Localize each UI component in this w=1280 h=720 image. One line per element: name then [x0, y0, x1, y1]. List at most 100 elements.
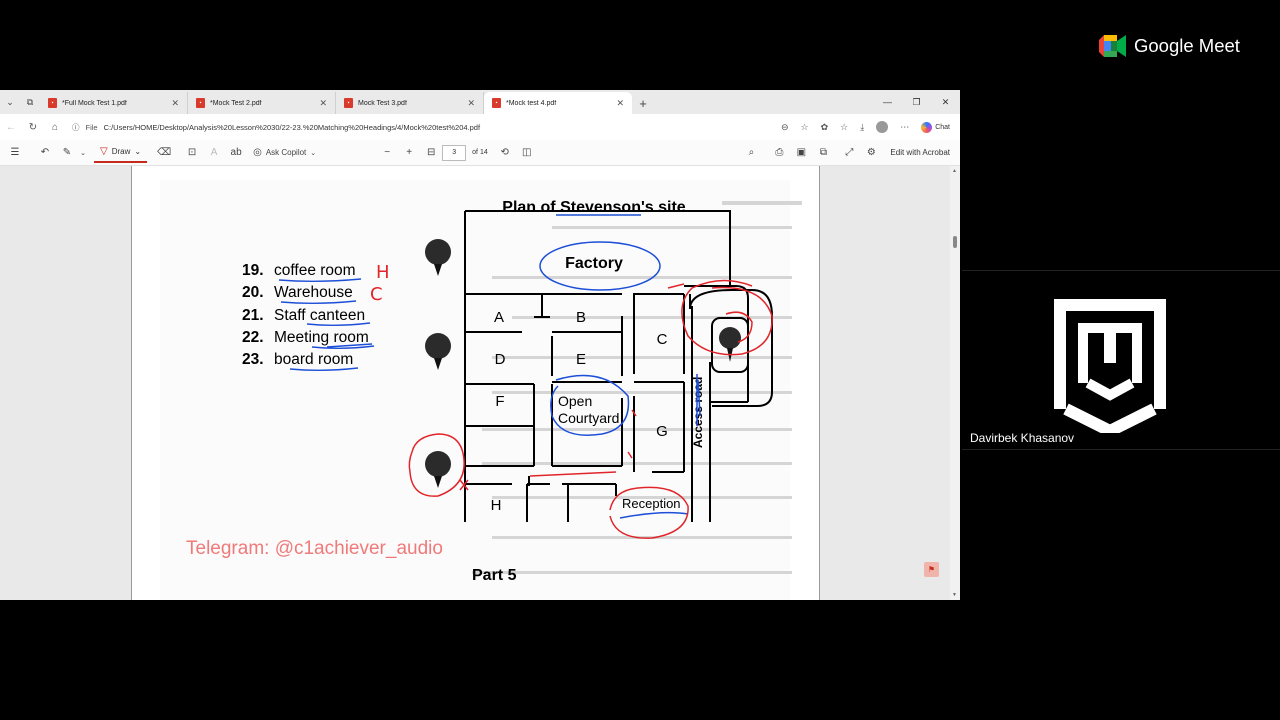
back-icon[interactable]: ← [0, 122, 22, 133]
question-text: Staff canteen [274, 307, 365, 324]
pen-icon: ▽ [100, 146, 108, 157]
question-number: 21. [242, 307, 264, 324]
profile-avatar-icon[interactable] [876, 121, 889, 133]
ask-copilot-button[interactable]: ◎ Ask Copilot ⌄ [253, 143, 316, 163]
read-aloud-icon[interactable]: ab [225, 143, 247, 163]
page-view-icon[interactable]: ◫ [516, 143, 538, 163]
new-tab-button[interactable]: + [632, 92, 654, 114]
participant-avatar-logo [1054, 299, 1166, 433]
eraser-icon[interactable]: ⌫ [153, 143, 175, 163]
highlight-chevron-icon[interactable]: ⌄ [78, 143, 88, 163]
handwritten-answer-19: H [376, 262, 390, 283]
address-scheme-label: File [85, 122, 98, 132]
draw-chevron-icon: ⌄ [134, 147, 142, 156]
draw-label: Draw [111, 147, 131, 156]
acrobat-icon[interactable]: ⚑ [924, 562, 939, 577]
rotate-icon[interactable]: ⟲ [494, 143, 516, 163]
address-url[interactable]: C:/Users/HOME/Desktop/Analysis%20Lesson%… [104, 123, 480, 132]
copilot-icon [921, 121, 933, 133]
room-label-h: H [491, 497, 502, 514]
question-number: 22. [242, 329, 264, 346]
scroll-up-icon[interactable]: ▲ [952, 168, 957, 174]
room-label-a: A [494, 309, 504, 326]
fullscreen-icon[interactable]: ⤢ [838, 143, 860, 163]
close-tab-icon[interactable]: ✕ [467, 98, 475, 109]
fit-page-icon[interactable]: ⊟ [420, 143, 442, 163]
tab-title: Mock Test 3.pdf [358, 99, 407, 107]
pdf-icon: ▪ [48, 98, 57, 108]
workspaces-icon[interactable]: ⧉ [20, 90, 40, 114]
plan-title: Plan of Stevenson's site [502, 199, 686, 216]
page-indicator: 3 of 14 [442, 144, 488, 161]
edit-with-acrobat-button[interactable]: Edit with Acrobat [890, 148, 950, 157]
tab-list-chevron-icon[interactable]: ⌄ [0, 90, 20, 114]
room-label-g: G [656, 423, 668, 440]
copilot-chat-button[interactable]: Chat [921, 121, 950, 133]
settings-gear-icon[interactable]: ⚙ [860, 143, 882, 163]
info-icon[interactable]: ⓘ [72, 122, 80, 133]
tab-title: *Full Mock Test 1.pdf [62, 99, 127, 107]
zoom-icon[interactable]: ⊖ [781, 122, 789, 133]
restore-icon[interactable]: ❐ [902, 90, 931, 114]
tab-full-mock-test-1[interactable]: ▪ *Full Mock Test 1.pdf ✕ [40, 92, 188, 114]
screen-share-stage: ⌄ ⧉ ▪ *Full Mock Test 1.pdf ✕ ▪ *Mock Te… [0, 0, 1280, 720]
participant-name: Davirbek Khasanov [970, 431, 1075, 445]
address-bar[interactable]: ⓘ File C:/Users/HOME/Desktop/Analysis%20… [72, 118, 781, 136]
page-number-input[interactable]: 3 [442, 144, 467, 161]
tab-strip: ⌄ ⧉ ▪ *Full Mock Test 1.pdf ✕ ▪ *Mock Te… [0, 90, 960, 114]
address-bar-row: ← ↻ ⌂ ⓘ File C:/Users/HOME/Desktop/Analy… [0, 114, 960, 140]
tab-mock-test-2[interactable]: ▪ *Mock Test 2.pdf ✕ [188, 92, 336, 114]
address-bar-actions: ⊖ ☆ ✿ ☆ ⤓ ⋯ Chat [781, 121, 960, 133]
page-content: Plan of Stevenson's site 19. coffee room… [160, 180, 802, 600]
close-window-icon[interactable]: ✕ [931, 90, 960, 114]
more-menu-icon[interactable]: ⋯ [900, 122, 909, 133]
tab-mock-test-3[interactable]: ▪ Mock Test 3.pdf ✕ [336, 92, 484, 114]
refresh-icon[interactable]: ↻ [22, 122, 44, 133]
tab-mock-test-4[interactable]: ▪ *Mock test 4.pdf ✕ [484, 92, 632, 114]
tab-title: *Mock test 4.pdf [506, 99, 557, 107]
question-text: Meeting room [274, 329, 369, 346]
minimize-icon[interactable]: — [873, 90, 902, 114]
question-text: coffee room [274, 262, 356, 279]
draw-button[interactable]: ▽ Draw ⌄ [94, 143, 148, 163]
zoom-out-icon[interactable]: − [376, 143, 398, 163]
close-tab-icon[interactable]: ✕ [171, 98, 179, 109]
print-icon[interactable]: ⎙ [768, 143, 790, 163]
contents-list-icon[interactable]: ☰ [4, 143, 26, 163]
participant-tile[interactable]: Davirbek Khasanov [962, 270, 1280, 450]
page-total: of 14 [472, 149, 488, 156]
close-tab-icon[interactable]: ✕ [319, 98, 327, 109]
close-tab-icon[interactable]: ✕ [616, 98, 624, 109]
highlight-icon[interactable]: ✎ [56, 143, 78, 163]
text-box-icon[interactable]: ⊡ [181, 143, 203, 163]
question-number: 23. [242, 351, 264, 368]
room-label-f: F [495, 393, 504, 410]
handwritten-answer-20: C [370, 284, 383, 305]
save-icon[interactable]: ▣ [790, 143, 812, 163]
favorite-star-icon[interactable]: ☆ [801, 122, 809, 133]
save-as-icon[interactable]: ⧉ [812, 143, 834, 163]
pdf-viewer: Plan of Stevenson's site 19. coffee room… [0, 166, 960, 600]
question-number: 19. [242, 262, 264, 279]
question-text: board room [274, 351, 353, 368]
room-label-e: E [576, 351, 586, 368]
undo-icon[interactable]: ↶ [34, 143, 56, 163]
pdf-toolbar: ☰ ↶ ✎ ⌄ ▽ Draw ⌄ ⌫ ⊡ A ab ◎ Ask Copilot … [0, 140, 960, 166]
question-list: 19. coffee room 20. Warehouse 21. Staff … [242, 262, 369, 368]
courtyard-label: Courtyard [558, 410, 619, 426]
question-number: 20. [242, 284, 264, 301]
scroll-down-icon[interactable]: ▼ [952, 592, 957, 598]
scrollbar-thumb[interactable] [953, 236, 957, 248]
downloads-icon[interactable]: ⤓ [860, 122, 864, 133]
ask-copilot-label: Ask Copilot [265, 148, 307, 157]
meet-logo-icon [1099, 35, 1126, 57]
vertical-scrollbar[interactable]: ▲ ▼ [950, 166, 960, 600]
zoom-in-icon[interactable]: + [398, 143, 420, 163]
text-aa-icon: A [210, 147, 218, 158]
favorites-icon[interactable]: ☆ [840, 122, 848, 133]
reception-label: Reception [622, 496, 681, 511]
pdf-icon: ▪ [344, 98, 353, 108]
home-icon[interactable]: ⌂ [44, 122, 66, 133]
search-icon[interactable]: ⌕ [740, 143, 762, 163]
extensions-icon[interactable]: ✿ [821, 122, 829, 133]
